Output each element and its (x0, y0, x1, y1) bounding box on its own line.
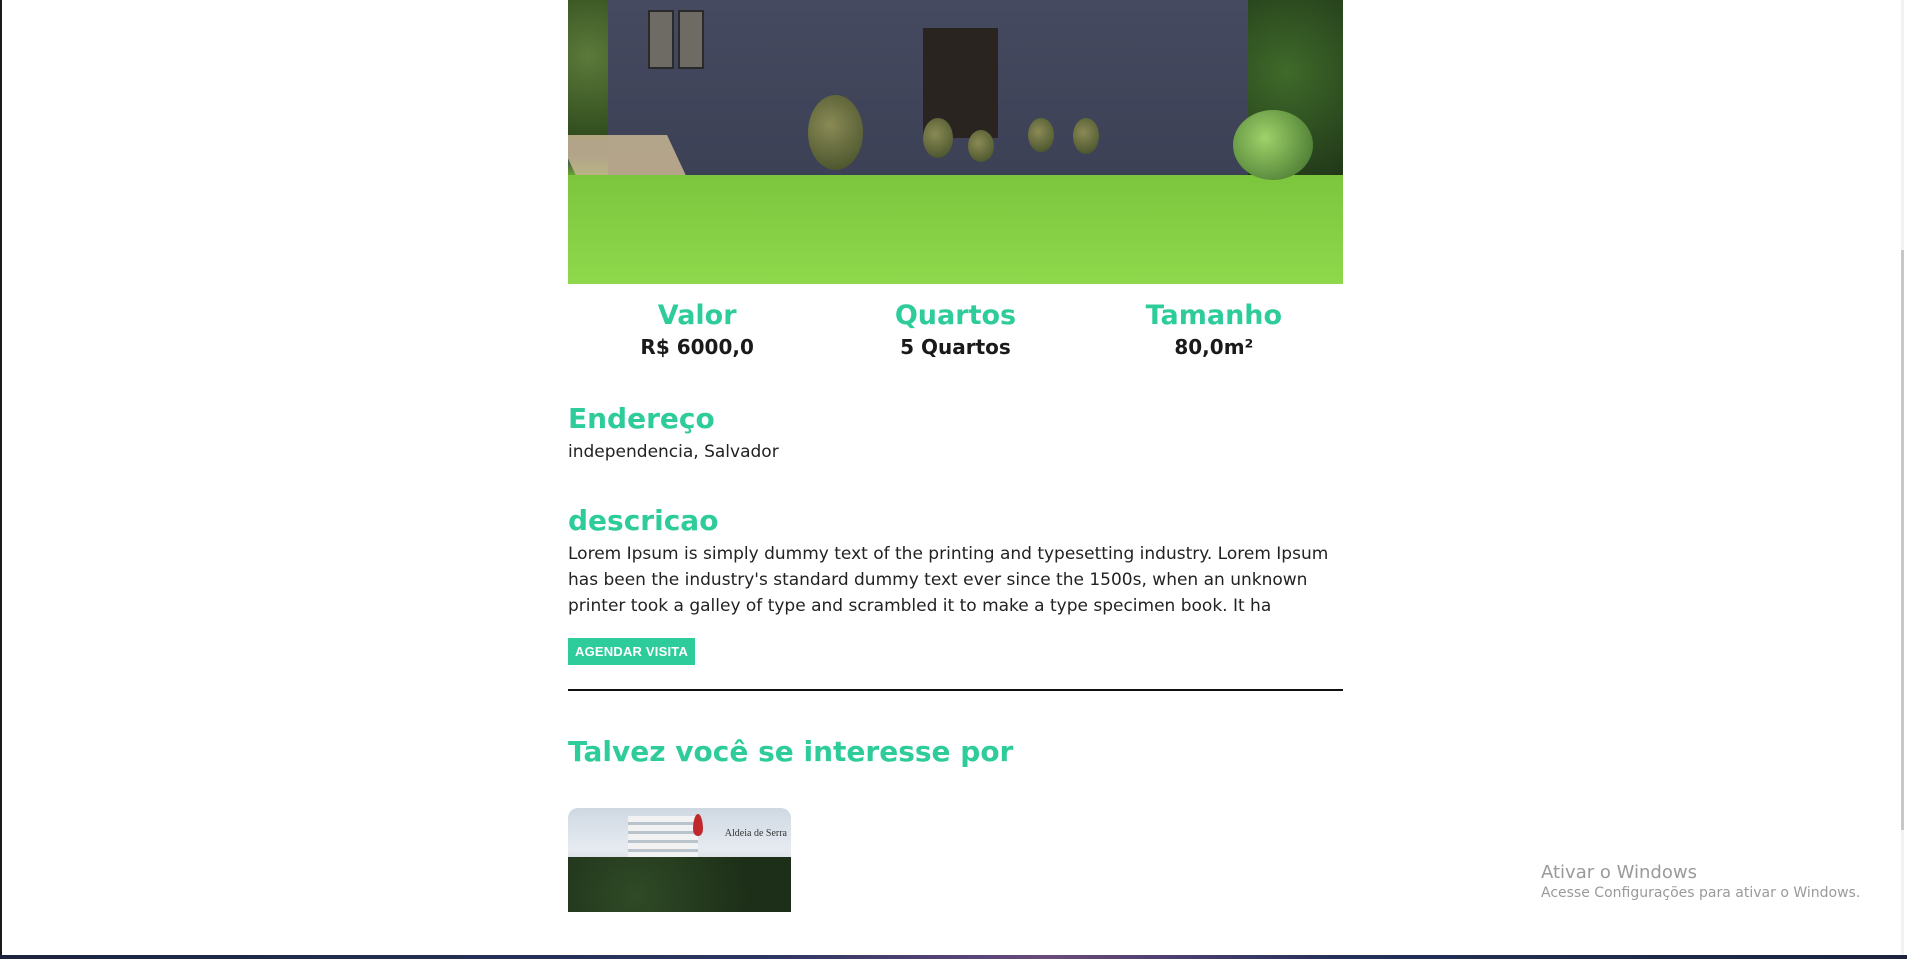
windows-activation-watermark: Ativar o Windows Acesse Configurações pa… (1541, 862, 1860, 901)
address-text: independencia, Salvador (568, 442, 779, 463)
stat-label: Valor (657, 300, 737, 331)
property-photo (568, 0, 1343, 284)
stat-value: R$ 6000,0 (640, 335, 754, 360)
card-brand: Aldeia de Serra (724, 828, 787, 840)
stat-label: Tamanho (1145, 300, 1283, 331)
schedule-visit-button[interactable]: AGENDAR VISITA (568, 638, 696, 666)
description-title: descricao (568, 504, 719, 538)
address-title: Endereço (568, 402, 715, 436)
address-section: Endereço independencia, Salvador (568, 402, 1343, 465)
stat-rooms: Quartos 5 Quartos (826, 300, 1084, 359)
description-text: Lorem Ipsum is simply dummy text of the … (568, 544, 1329, 617)
divider (568, 689, 1343, 692)
page: Valor R$ 6000,0 Quartos 5 Quartos Tamanh… (0, 0, 1904, 956)
taskbar-edge (0, 955, 1907, 959)
related-property-card[interactable]: Aldeia de Serra (568, 808, 791, 913)
stat-value: 80,0m² (1174, 335, 1254, 360)
property-stats: Valor R$ 6000,0 Quartos 5 Quartos Tamanh… (568, 300, 1343, 359)
stat-price: Valor R$ 6000,0 (568, 300, 826, 359)
watermark-subtitle: Acesse Configurações para ativar o Windo… (1541, 885, 1861, 901)
stat-size: Tamanho 80,0m² (1085, 300, 1343, 359)
stat-value: 5 Quartos (900, 335, 1011, 360)
description-section: descricao Lorem Ipsum is simply dummy te… (568, 505, 1343, 619)
watermark-title: Ativar o Windows (1541, 862, 1697, 883)
property-detail: Valor R$ 6000,0 Quartos 5 Quartos Tamanh… (568, 0, 1343, 913)
stat-label: Quartos (894, 300, 1017, 331)
related-title: Talvez você se interesse por (568, 735, 1014, 769)
brand-logo-icon (693, 814, 703, 837)
scrollbar-thumb[interactable] (1901, 250, 1904, 830)
